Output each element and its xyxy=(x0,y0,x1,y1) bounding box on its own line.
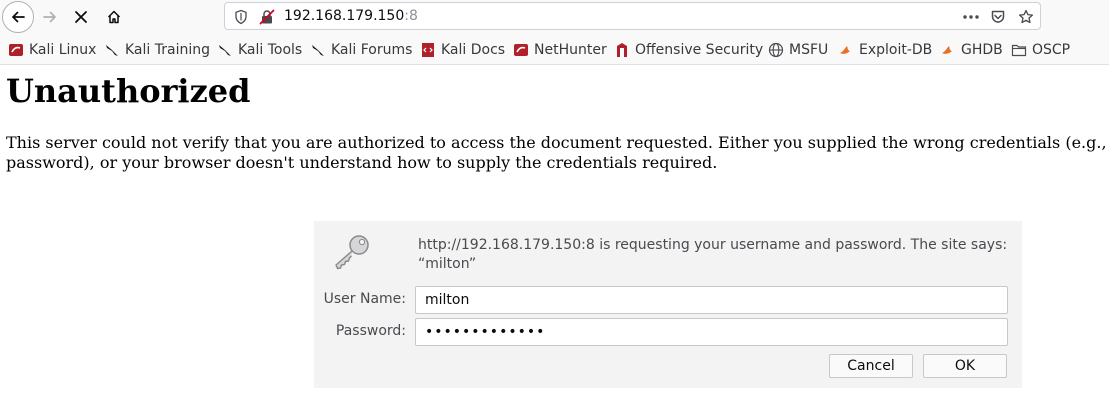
bookmark-label: Kali Docs xyxy=(441,42,506,58)
back-button[interactable] xyxy=(2,1,34,33)
bookmark-ghdb[interactable]: GHDB xyxy=(940,40,1003,60)
home-button[interactable] xyxy=(100,3,128,31)
insecure-connection-icon[interactable] xyxy=(259,9,275,25)
arrow-left-icon xyxy=(12,11,25,23)
globe-icon xyxy=(768,42,784,58)
more-dots-icon xyxy=(963,15,979,19)
password-label: Password: xyxy=(335,323,406,339)
kali-dragon-icon xyxy=(106,45,118,56)
kali-dragon-icon xyxy=(312,45,324,56)
ok-button[interactable]: OK xyxy=(923,354,1007,378)
bookmark-label: Kali Forums xyxy=(331,42,413,58)
exploitdb-icon xyxy=(840,46,850,54)
folder-icon xyxy=(1011,44,1027,57)
page-actions-button[interactable] xyxy=(960,8,982,26)
bookmark-exploit-db[interactable]: Exploit-DB xyxy=(838,40,932,60)
password-field[interactable] xyxy=(415,318,1008,346)
url-host: 192.168.179.150 xyxy=(284,8,405,24)
bookmark-label: Offensive Security xyxy=(635,42,764,58)
bookmark-folder-oscp[interactable]: OSCP xyxy=(1011,40,1070,60)
ghdb-icon xyxy=(942,46,952,54)
bookmark-label: Kali Linux xyxy=(29,42,97,58)
kali-docs-icon xyxy=(422,43,434,57)
bookmark-label: Exploit-DB xyxy=(859,42,933,58)
kali-dragon-icon xyxy=(219,45,231,56)
arrow-right-icon xyxy=(43,11,56,23)
bookmark-label: MSFU xyxy=(789,42,829,58)
bookmark-offensive-security[interactable]: Offensive Security xyxy=(614,40,763,60)
bookmark-label: GHDB xyxy=(961,42,1003,58)
username-label: User Name: xyxy=(323,291,406,307)
bookmark-label: Kali Tools xyxy=(238,42,303,58)
home-icon xyxy=(107,10,121,24)
bookmark-msfu[interactable]: MSFU xyxy=(768,40,828,60)
page-title: Unauthorized xyxy=(6,72,251,110)
url-text: 192.168.179.150:8 xyxy=(284,8,418,24)
stop-loading-button[interactable] xyxy=(67,3,95,31)
tracking-shield-icon[interactable] xyxy=(233,9,249,25)
auth-dialog-message: http://192.168.179.150:8 is requesting y… xyxy=(418,237,1008,272)
bookmark-kali-forums[interactable]: Kali Forums xyxy=(310,40,412,60)
bookmark-label: OSCP xyxy=(1032,42,1071,58)
bookmark-kali-training[interactable]: Kali Training xyxy=(104,40,210,60)
url-bar[interactable]: 192.168.179.150:8 xyxy=(224,2,1041,30)
username-field[interactable] xyxy=(415,286,1008,314)
pocket-button[interactable] xyxy=(989,8,1007,26)
key-icon xyxy=(335,235,369,270)
bookmark-kali-tools[interactable]: Kali Tools xyxy=(217,40,302,60)
bookmark-nethunter[interactable]: NetHunter xyxy=(513,40,607,60)
nethunter-icon xyxy=(514,44,528,56)
page-body-text: This server could not verify that you ar… xyxy=(6,133,1109,172)
url-port: :8 xyxy=(404,8,418,24)
cancel-button[interactable]: Cancel xyxy=(829,354,913,378)
offsec-icon xyxy=(617,43,627,57)
bookmark-kali-linux[interactable]: Kali Linux xyxy=(8,40,96,60)
bookmark-kali-docs[interactable]: Kali Docs xyxy=(420,40,505,60)
auth-dialog: http://192.168.179.150:8 is requesting y… xyxy=(314,221,1022,388)
bookmarks-toolbar: Kali Linux Kali Training Kali Tools Kali… xyxy=(0,34,1109,65)
close-icon xyxy=(75,11,87,23)
forward-button[interactable] xyxy=(36,3,64,31)
pocket-icon xyxy=(991,10,1005,23)
kali-linux-icon xyxy=(9,44,23,56)
bookmark-label: NetHunter xyxy=(534,42,607,58)
bookmark-label: Kali Training xyxy=(125,42,210,58)
star-icon xyxy=(1018,9,1034,24)
bookmark-star-button[interactable] xyxy=(1017,8,1035,26)
navigation-toolbar: 192.168.179.150:8 xyxy=(0,0,1109,34)
